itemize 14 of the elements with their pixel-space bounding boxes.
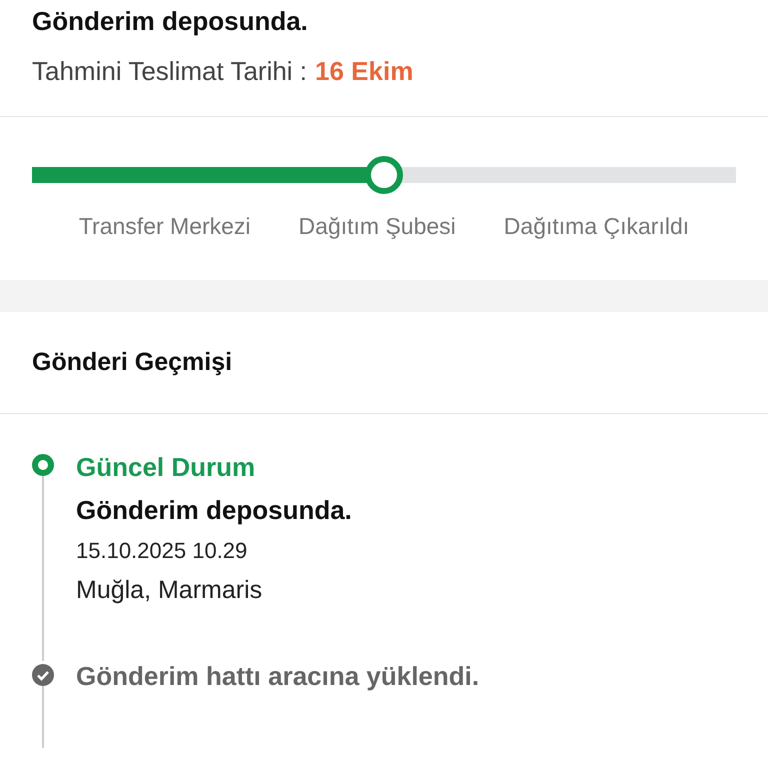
- estimate-label: Tahmini Teslimat Tarihi :: [32, 55, 308, 88]
- event-title: Gönderim hattı aracına yüklendi.: [76, 661, 480, 692]
- estimate-date: 16 Ekim: [315, 55, 414, 88]
- current-status-label: Güncel Durum: [76, 452, 256, 483]
- step-label: Dağıtım Şubesi: [298, 213, 456, 240]
- step-label: Transfer Merkezi: [78, 213, 251, 240]
- event-title: Gönderim deposunda.: [76, 495, 352, 526]
- status-title: Gönderim deposunda.: [32, 5, 309, 38]
- check-icon: [32, 664, 54, 686]
- event-location: Muğla, Marmaris: [76, 576, 264, 605]
- history-title: Gönderi Geçmişi: [0, 312, 768, 414]
- step-label: Dağıtıma Çıkarıldı: [504, 213, 690, 240]
- current-status-dot: [32, 454, 54, 476]
- event-date: 15.10.2025 10.29: [76, 538, 248, 564]
